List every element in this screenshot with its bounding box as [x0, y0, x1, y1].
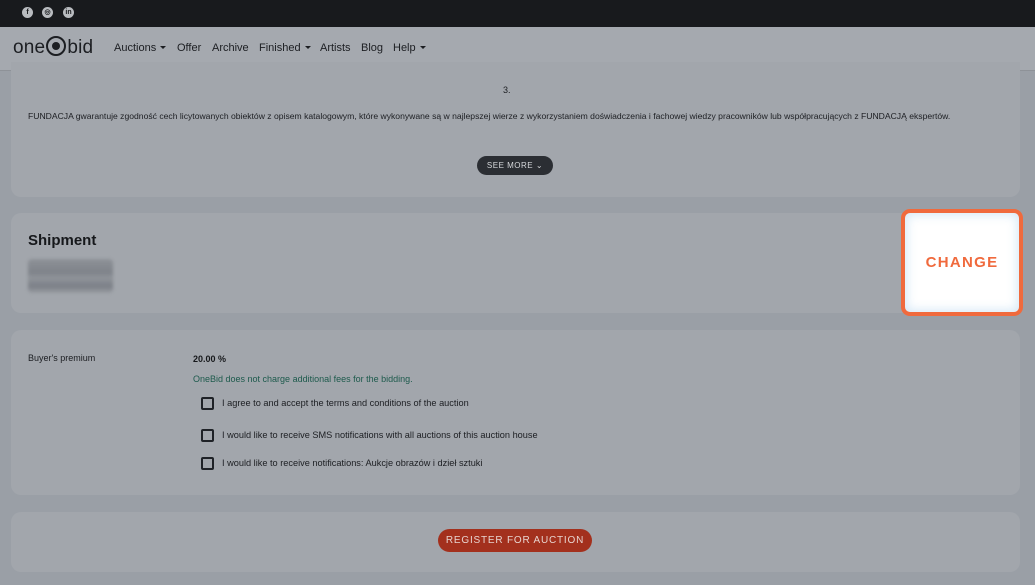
caret-down-icon	[304, 46, 311, 49]
shipment-card: Shipment	[11, 213, 1020, 313]
sms-checkbox[interactable]	[201, 429, 214, 442]
terms-card: 3. FUNDACJA gwarantuje zgodność cech lic…	[11, 62, 1020, 197]
terms-checkbox-label: I agree to and accept the terms and cond…	[222, 398, 469, 408]
linkedin-icon[interactable]: in	[63, 7, 74, 18]
sms-checkbox-label: I would like to receive SMS notification…	[222, 430, 538, 440]
caret-down-icon	[160, 46, 167, 49]
change-shipment-button[interactable]: CHANGE	[901, 209, 1023, 316]
nav-finished[interactable]: Finished	[259, 42, 311, 54]
nav-auctions[interactable]: Auctions	[114, 42, 167, 54]
change-label: CHANGE	[925, 254, 999, 271]
logo-text-left: one	[13, 37, 46, 58]
see-more-button[interactable]: SEE MORE ⌄	[477, 156, 553, 175]
instagram-icon[interactable]: ◎	[42, 7, 53, 18]
nav-offer[interactable]: Offer	[177, 42, 201, 54]
logo-text-right: bid	[67, 37, 94, 58]
register-for-auction-button[interactable]: REGISTER FOR AUCTION	[438, 529, 592, 552]
logo-mark-icon	[46, 36, 67, 56]
onebid-logo[interactable]: one bid	[13, 36, 93, 59]
nav-archive[interactable]: Archive	[212, 42, 249, 54]
caret-down-icon	[419, 46, 426, 49]
nav-blog[interactable]: Blog	[361, 42, 383, 54]
fees-note: OneBid does not charge additional fees f…	[193, 374, 413, 384]
register-card: REGISTER FOR AUCTION	[11, 512, 1020, 572]
social-bar: f ◎ in	[0, 0, 1035, 27]
buyers-premium-value: 20.00 %	[193, 354, 227, 364]
terms-checkbox[interactable]	[201, 397, 214, 410]
notifications-checkbox-label: I would like to receive notifications: A…	[222, 458, 483, 468]
notifications-checkbox[interactable]	[201, 457, 214, 470]
nav-artists[interactable]: Artists	[320, 42, 351, 54]
terms-section-number: 3.	[503, 85, 511, 95]
shipment-title: Shipment	[28, 232, 97, 249]
facebook-icon[interactable]: f	[22, 7, 33, 18]
nav-help[interactable]: Help	[393, 42, 426, 54]
terms-text: FUNDACJA gwarantuje zgodność cech licyto…	[28, 111, 951, 121]
shipment-address-blurred	[28, 259, 113, 293]
premium-card: Buyer's premium 20.00 % OneBid does not …	[11, 330, 1020, 495]
buyers-premium-label: Buyer's premium	[28, 353, 96, 363]
